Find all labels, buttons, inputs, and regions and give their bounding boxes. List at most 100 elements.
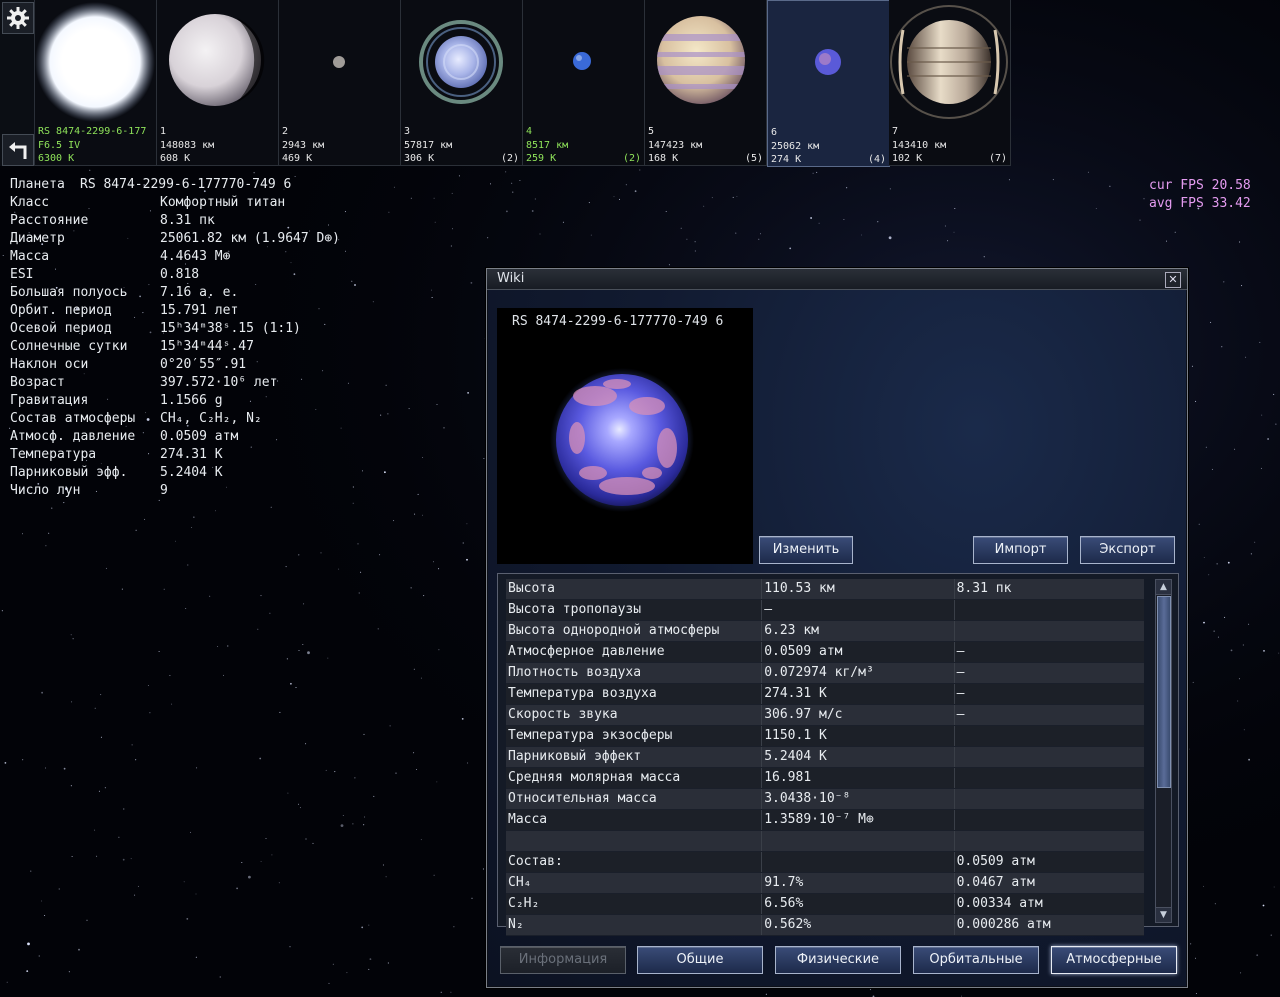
star: [6, 981, 8, 983]
star: [953, 231, 955, 233]
table-cell-parameter: N₂: [506, 915, 763, 935]
star: [209, 595, 211, 597]
star: [72, 638, 74, 640]
star: [436, 404, 438, 405]
system-object-tile[interactable]: 4 8517 км 259 K (2): [523, 0, 645, 166]
object-moon-count: (2): [500, 153, 519, 164]
scroll-thumb[interactable]: [1157, 596, 1171, 788]
star: [389, 725, 391, 727]
table-row: CH₄ 91.7% 0.0467 атм: [506, 873, 1144, 894]
table-scrollbar[interactable]: ▲ ▼: [1155, 579, 1172, 923]
system-object-tile[interactable]: 6 25062 км 274 K (4): [767, 0, 890, 167]
system-object-tile[interactable]: 2 2943 км 469 K: [279, 0, 401, 166]
star: [1238, 678, 1240, 680]
star: [71, 856, 73, 857]
wiki-window: Wiki ✕ RS 8474-2299-6-177770-749 6 Измен…: [486, 268, 1188, 988]
export-button[interactable]: Экспорт: [1080, 536, 1175, 564]
close-button[interactable]: ✕: [1165, 272, 1181, 288]
star: [187, 564, 189, 566]
star: [1190, 943, 1192, 945]
star: [816, 171, 818, 173]
planet-info-label: Орбит. период: [10, 303, 112, 318]
star: [372, 301, 374, 303]
star: [1213, 630, 1215, 632]
star: [346, 972, 348, 974]
table-row: Температура воздуха 274.31 K –: [506, 684, 1144, 705]
planet-info-label: Осевой период: [10, 321, 112, 336]
system-object-tile[interactable]: 7 143410 км 102 K (7): [889, 0, 1011, 166]
star: [299, 807, 301, 809]
table-cell-extra: [955, 768, 1144, 788]
planet-header-label: Планета: [10, 177, 65, 192]
planet-info-row: Число лун 9: [10, 482, 340, 500]
tab-orbital[interactable]: Орбитальные: [913, 946, 1039, 974]
star: [1195, 400, 1197, 402]
star: [452, 228, 453, 230]
system-object-tile[interactable]: RS 8474-2299-6-177 F6.5 IV 6300 K: [35, 0, 157, 166]
planet-info-row: ESI 0.818: [10, 266, 340, 284]
object-temperature: 168 K: [648, 153, 679, 164]
system-object-tile[interactable]: 1 148083 км 608 K: [157, 0, 279, 166]
star: [312, 842, 314, 844]
table-row: Скорость звука 306.97 м/с –: [506, 705, 1144, 726]
object-name: 6: [771, 127, 778, 138]
planet-info-value: 1.1566 g: [160, 393, 223, 408]
planet-info-row: Класс Комфортный титан: [10, 194, 340, 212]
planet-info-value: 8.31 пк: [160, 213, 215, 228]
star: [368, 924, 370, 926]
star: [385, 384, 387, 386]
star: [534, 198, 536, 200]
star: [286, 658, 288, 660]
star: [613, 196, 615, 198]
table-cell-value: 0.562%: [762, 915, 955, 935]
back-button[interactable]: [2, 134, 34, 166]
star: [1248, 623, 1250, 625]
table-cell-parameter: Состав:: [506, 852, 763, 872]
table-row: Состав: 0.0509 атм: [506, 852, 1144, 873]
table-cell-value: 1150.1 K: [762, 726, 955, 746]
star: [98, 790, 100, 792]
star: [58, 888, 60, 890]
object-thumbnail: [573, 52, 591, 70]
planet-info-value: 5.2404 K: [160, 465, 223, 480]
tab-atmospheric[interactable]: Атмосферные: [1051, 946, 1177, 974]
object-size: 2943 км: [282, 139, 325, 151]
planet-info-row: Расстояние 8.31 пк: [10, 212, 340, 230]
table-cell-extra: –: [956, 665, 965, 680]
settings-button[interactable]: [2, 2, 34, 34]
table-cell-parameter: Атмосферное давление: [506, 642, 763, 662]
star: [290, 682, 292, 685]
table-row: Парниковый эффект 5.2404 K: [506, 747, 1144, 768]
star: [344, 211, 346, 213]
scroll-down-icon[interactable]: ▼: [1156, 907, 1171, 922]
star: [417, 493, 419, 495]
system-object-tile[interactable]: 3 57817 км 306 K (2): [401, 0, 523, 166]
edit-button[interactable]: Изменить: [759, 536, 853, 564]
star: [105, 567, 107, 569]
table-cell-value: 6.23 км: [762, 621, 955, 641]
system-object-tile[interactable]: 5 147423 км 168 K (5): [645, 0, 767, 166]
object-temperature: 6300 K: [38, 153, 75, 164]
star: [135, 759, 137, 761]
star: [100, 736, 102, 738]
star: [395, 772, 397, 774]
tab-physical[interactable]: Физические: [775, 946, 901, 974]
star: [413, 668, 415, 670]
star: [302, 644, 304, 645]
planet-info-row: Гравитация 1.1566 g: [10, 392, 340, 410]
object-size: 25062 км: [771, 140, 820, 152]
star: [94, 829, 96, 831]
star: [1270, 934, 1272, 936]
table-cell-parameter: Высота однородной атмосферы: [506, 621, 763, 641]
star: [257, 628, 259, 630]
object-tile-info: 5 147423 км 168 K (5): [648, 125, 763, 165]
star: [289, 946, 291, 948]
wiki-title-bar[interactable]: Wiki ✕: [487, 269, 1187, 290]
star: [345, 250, 346, 252]
tab-general[interactable]: Общие: [637, 946, 763, 974]
scroll-up-icon[interactable]: ▲: [1156, 580, 1171, 595]
import-button[interactable]: Импорт: [973, 536, 1068, 564]
star: [983, 256, 985, 258]
star: [487, 237, 489, 239]
table-cell-extra: –: [956, 644, 965, 659]
